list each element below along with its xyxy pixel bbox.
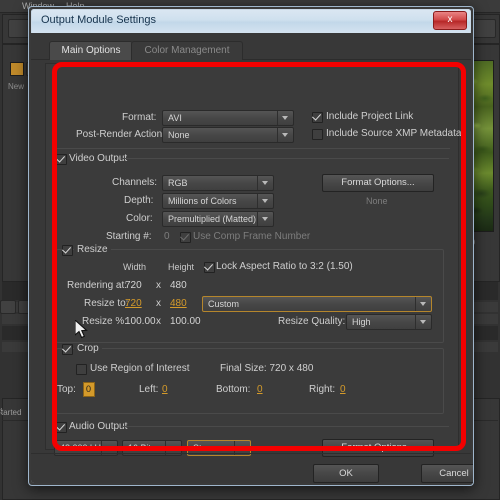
channels-value: RGB — [168, 178, 188, 188]
rendering-width-value: 720 — [125, 280, 142, 291]
post-render-action-value: None — [168, 130, 190, 140]
crop-title: Crop — [74, 343, 102, 354]
depth-dropdown[interactable]: Millions of Colors — [162, 193, 274, 209]
depth-value: Millions of Colors — [168, 196, 237, 206]
resize-quality-dropdown[interactable]: High — [346, 314, 432, 330]
output-module-settings-dialog: Output Module Settings x Main Options Co… — [28, 6, 474, 486]
tool-button-1[interactable] — [8, 19, 30, 38]
resize-x-separator: x — [156, 298, 161, 309]
video-output-checkbox[interactable] — [56, 154, 67, 165]
use-comp-frame-number-checkbox[interactable] — [180, 232, 191, 243]
crop-group — [56, 348, 444, 414]
resize-preset-value: Custom — [208, 299, 240, 309]
chevron-down-icon — [257, 176, 273, 190]
width-header: Width — [123, 262, 147, 272]
post-render-action-dropdown[interactable]: None — [162, 127, 294, 143]
use-region-of-interest-label: Use Region of Interest — [90, 363, 190, 374]
starting-number-label: Starting #: — [106, 231, 152, 242]
video-format-options-button[interactable]: Format Options... — [322, 174, 434, 192]
crop-checkbox[interactable] — [62, 344, 73, 355]
timeline-collapse-button[interactable] — [0, 300, 16, 314]
chevron-down-icon — [277, 128, 293, 142]
video-output-title: Video Output — [69, 153, 128, 164]
final-size-label: Final Size: 720 x 480 — [220, 363, 314, 374]
rendering-x-separator: x — [156, 280, 161, 291]
chevron-down-icon — [415, 297, 431, 311]
include-xmp-checkbox[interactable] — [312, 129, 323, 140]
crop-top-input[interactable]: 0 — [83, 382, 95, 397]
depth-label: Depth: — [124, 195, 154, 206]
include-xmp-label: Include Source XMP Metadata — [326, 128, 462, 139]
screen: Window Help New +0 Started tarted + — [0, 0, 500, 500]
rendering-height-value: 480 — [170, 280, 187, 291]
audio-format-options-button[interactable]: Format Options... — [322, 439, 434, 457]
resize-quality-label: Resize Quality: — [278, 316, 346, 327]
crop-top-value: 0 — [86, 384, 92, 394]
rendering-at-label: Rendering at: — [67, 280, 128, 291]
ok-button[interactable]: OK — [313, 464, 379, 483]
main-options-panel: Format: AVI Include Project Link Post-Re… — [45, 63, 462, 457]
dialog-body: Main Options Color Management Format: AV… — [31, 33, 473, 483]
lock-aspect-ratio-checkbox[interactable] — [204, 262, 215, 273]
crop-left-input[interactable]: 0 — [162, 384, 168, 395]
lock-aspect-ratio-label: Lock Aspect Ratio to 3:2 (1.50) — [216, 261, 353, 272]
audio-output-checkbox[interactable] — [56, 422, 67, 433]
use-region-of-interest-checkbox[interactable] — [76, 364, 87, 375]
channels-label: Channels: — [112, 177, 158, 188]
resize-preset-dropdown[interactable]: Custom — [202, 296, 432, 312]
crop-bottom-input[interactable]: 0 — [257, 384, 263, 395]
use-comp-frame-number-label: Use Comp Frame Number — [193, 231, 311, 242]
chevron-down-icon — [277, 111, 293, 125]
format-label: Format: — [122, 112, 157, 123]
crop-bottom-label: Bottom: — [216, 384, 251, 395]
mouse-cursor — [75, 320, 88, 339]
crop-right-input[interactable]: 0 — [340, 384, 346, 395]
format-value: AVI — [168, 113, 182, 123]
chevron-down-icon — [415, 315, 431, 329]
chevron-down-icon — [257, 194, 273, 208]
starting-number-value: 0 — [164, 231, 170, 242]
format-options-status: None — [366, 196, 388, 206]
tab-strip: Main Options Color Management — [31, 41, 471, 60]
chevron-down-icon — [257, 212, 273, 226]
resize-checkbox[interactable] — [62, 245, 73, 256]
resize-width-input[interactable]: 720 — [125, 298, 142, 309]
menu-item-file[interactable] — [2, 0, 5, 12]
channels-dropdown[interactable]: RGB — [162, 175, 274, 191]
include-project-link-checkbox[interactable] — [312, 112, 323, 123]
post-render-action-label: Post-Render Action: — [76, 129, 165, 140]
crop-right-label: Right: — [309, 384, 336, 395]
crop-left-label: Left: — [139, 384, 159, 395]
cancel-button[interactable]: Cancel — [421, 464, 473, 483]
include-project-link-label: Include Project Link — [326, 111, 414, 122]
project-new-label: New — [8, 82, 25, 91]
resize-quality-value: High — [352, 317, 371, 327]
tab-color-management[interactable]: Color Management — [131, 41, 243, 60]
resize-to-label: Resize to: — [84, 298, 129, 309]
color-swatch[interactable] — [10, 62, 24, 76]
resize-percent-x-separator: x — [156, 316, 161, 327]
close-icon[interactable]: x — [433, 11, 467, 30]
resize-height-input[interactable]: 480 — [170, 298, 187, 309]
render-started-text: tarted — [1, 408, 22, 417]
crop-top-label: Top: — [57, 384, 76, 395]
audio-output-title: Audio Output — [69, 421, 128, 432]
resize-title: Resize — [74, 244, 111, 255]
resize-percent-height[interactable]: 100.00 — [170, 316, 201, 327]
dialog-title: Output Module Settings — [41, 14, 156, 26]
resize-percent-width[interactable]: 100.00 — [125, 316, 156, 327]
height-header: Height — [168, 262, 195, 272]
dialog-title-bar[interactable]: Output Module Settings x — [31, 9, 471, 33]
color-dropdown[interactable]: Premultiplied (Matted) — [162, 211, 274, 227]
tool-button-3[interactable] — [472, 19, 496, 38]
format-dropdown[interactable]: AVI — [162, 110, 294, 126]
color-label: Color: — [126, 213, 153, 224]
color-value: Premultiplied (Matted) — [168, 214, 257, 224]
tab-main-options[interactable]: Main Options — [49, 41, 133, 60]
